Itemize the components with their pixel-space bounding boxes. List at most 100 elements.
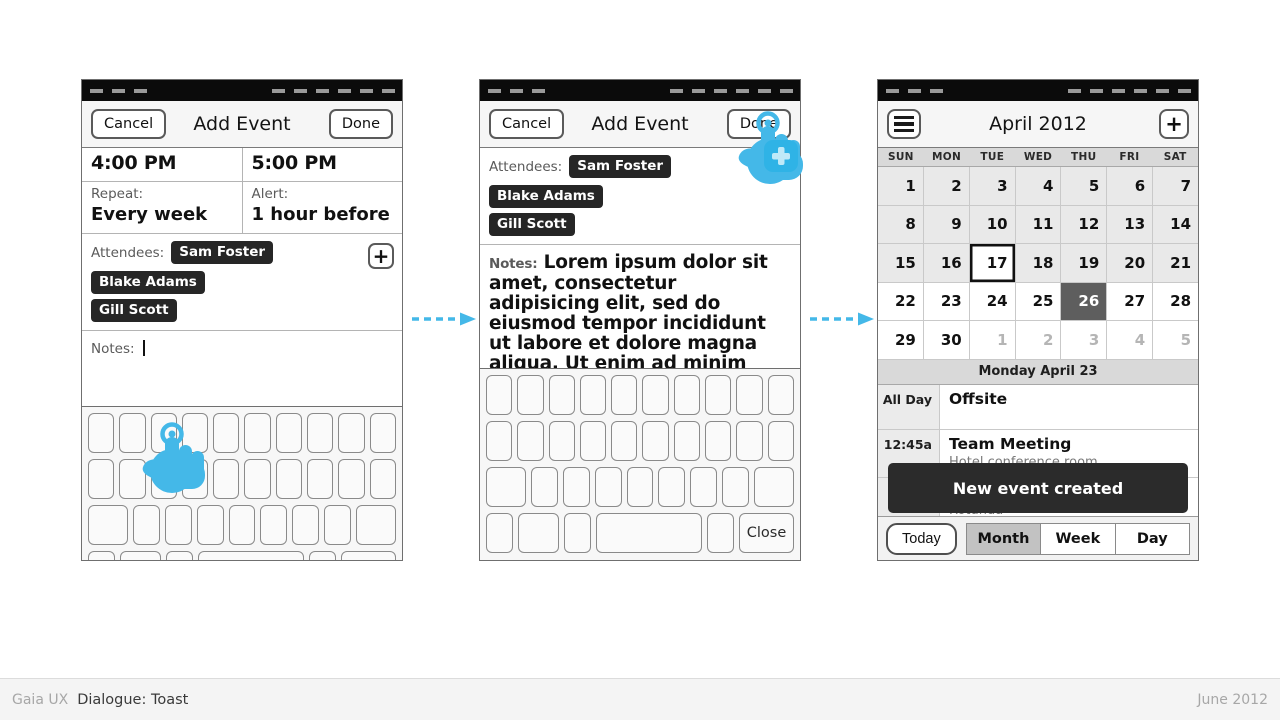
- key[interactable]: [673, 375, 701, 415]
- attendee-chip[interactable]: Sam Foster: [171, 241, 274, 264]
- end-time-field[interactable]: 5:00 PM: [241, 148, 403, 181]
- calendar-day-29[interactable]: 29: [878, 321, 924, 360]
- key[interactable]: [228, 505, 256, 545]
- key[interactable]: [292, 505, 319, 545]
- key[interactable]: [165, 505, 192, 545]
- period-key[interactable]: [706, 513, 735, 553]
- calendar-day-7[interactable]: 7: [1153, 167, 1198, 206]
- shift-key[interactable]: [88, 505, 129, 545]
- add-event-button[interactable]: +: [1159, 109, 1189, 139]
- key[interactable]: [323, 505, 351, 545]
- calendar-day-3[interactable]: 3: [969, 167, 1016, 206]
- calendar-day-20[interactable]: 20: [1107, 244, 1154, 283]
- calendar-day-27[interactable]: 27: [1107, 282, 1154, 321]
- calendar-day-5[interactable]: 5: [1061, 167, 1108, 206]
- agenda-event-row[interactable]: All Day Offsite: [878, 384, 1198, 430]
- attendee-chip[interactable]: Sam Foster: [569, 155, 672, 178]
- attendee-chip[interactable]: Gill Scott: [91, 299, 177, 322]
- language-key[interactable]: [518, 513, 560, 553]
- key[interactable]: [486, 375, 513, 415]
- shift-key[interactable]: [486, 467, 527, 507]
- calendar-day-24[interactable]: 24: [969, 282, 1016, 321]
- add-attendee-button[interactable]: +: [368, 243, 394, 269]
- calendar-day-22[interactable]: 22: [878, 282, 924, 321]
- key[interactable]: [767, 375, 794, 415]
- close-keyboard-button[interactable]: Close: [341, 551, 396, 560]
- attendee-chip[interactable]: Gill Scott: [489, 213, 575, 236]
- cancel-button[interactable]: Cancel: [91, 109, 167, 139]
- key[interactable]: [213, 413, 240, 453]
- calendar-day-21[interactable]: 21: [1153, 244, 1198, 283]
- attendee-chip[interactable]: Blake Adams: [91, 271, 205, 294]
- key[interactable]: [736, 421, 763, 461]
- language-key[interactable]: [120, 551, 162, 560]
- calendar-day-5[interactable]: 5: [1153, 321, 1198, 360]
- key[interactable]: [133, 505, 161, 545]
- today-button[interactable]: Today: [886, 522, 957, 555]
- calendar-day-10[interactable]: 10: [969, 205, 1016, 244]
- key[interactable]: [369, 459, 396, 499]
- calendar-day-11[interactable]: 11: [1015, 205, 1062, 244]
- key[interactable]: [579, 375, 607, 415]
- key[interactable]: [705, 421, 732, 461]
- key[interactable]: [673, 421, 701, 461]
- backspace-key[interactable]: [753, 467, 794, 507]
- repeat-field[interactable]: Repeat: Every week: [82, 182, 242, 233]
- key[interactable]: [88, 413, 115, 453]
- key[interactable]: [563, 467, 590, 507]
- key[interactable]: [88, 459, 115, 499]
- key[interactable]: [626, 467, 654, 507]
- calendar-day-19[interactable]: 19: [1061, 244, 1108, 283]
- key[interactable]: [736, 375, 763, 415]
- symbols-key[interactable]: [88, 551, 116, 560]
- tab-month[interactable]: Month: [966, 523, 1042, 554]
- key[interactable]: [517, 421, 544, 461]
- calendar-day-1[interactable]: 1: [878, 167, 924, 206]
- calendar-day-23[interactable]: 23: [923, 282, 970, 321]
- key[interactable]: [642, 421, 669, 461]
- calendar-day-3[interactable]: 3: [1061, 321, 1108, 360]
- calendar-day-16[interactable]: 16: [923, 244, 970, 283]
- tab-day[interactable]: Day: [1115, 523, 1190, 554]
- calendar-day-1[interactable]: 1: [969, 321, 1016, 360]
- calendar-day-8[interactable]: 8: [878, 205, 924, 244]
- space-key[interactable]: [198, 551, 304, 560]
- key[interactable]: [767, 421, 794, 461]
- key[interactable]: [486, 421, 513, 461]
- key[interactable]: [594, 467, 622, 507]
- key[interactable]: [338, 413, 365, 453]
- key[interactable]: [275, 459, 303, 499]
- calendar-day-13[interactable]: 13: [1107, 205, 1154, 244]
- calendar-day-12[interactable]: 12: [1061, 205, 1108, 244]
- key[interactable]: [579, 421, 607, 461]
- cancel-button[interactable]: Cancel: [489, 109, 565, 139]
- calendar-day-2[interactable]: 2: [1015, 321, 1062, 360]
- comma-key[interactable]: [564, 513, 592, 553]
- calendar-day-4[interactable]: 4: [1015, 167, 1062, 206]
- key[interactable]: [369, 413, 396, 453]
- start-time-field[interactable]: 4:00 PM: [82, 148, 242, 181]
- calendar-day-25[interactable]: 25: [1015, 282, 1062, 321]
- calendar-day-4[interactable]: 4: [1107, 321, 1154, 360]
- key[interactable]: [244, 459, 271, 499]
- key[interactable]: [721, 467, 749, 507]
- calendar-day-17[interactable]: 17: [969, 244, 1016, 283]
- hamburger-menu-button[interactable]: [887, 109, 921, 139]
- key[interactable]: [213, 459, 240, 499]
- key[interactable]: [548, 375, 575, 415]
- alert-field[interactable]: Alert: 1 hour before: [241, 182, 403, 233]
- key[interactable]: [196, 505, 224, 545]
- backspace-key[interactable]: [355, 505, 396, 545]
- key[interactable]: [307, 459, 334, 499]
- calendar-day-2[interactable]: 2: [923, 167, 970, 206]
- close-keyboard-button[interactable]: Close: [739, 513, 794, 553]
- key[interactable]: [307, 413, 334, 453]
- key[interactable]: [338, 459, 365, 499]
- calendar-day-28[interactable]: 28: [1153, 282, 1198, 321]
- calendar-day-9[interactable]: 9: [923, 205, 970, 244]
- key[interactable]: [517, 375, 544, 415]
- symbols-key[interactable]: [486, 513, 514, 553]
- key[interactable]: [531, 467, 559, 507]
- calendar-day-30[interactable]: 30: [923, 321, 970, 360]
- calendar-day-18[interactable]: 18: [1015, 244, 1062, 283]
